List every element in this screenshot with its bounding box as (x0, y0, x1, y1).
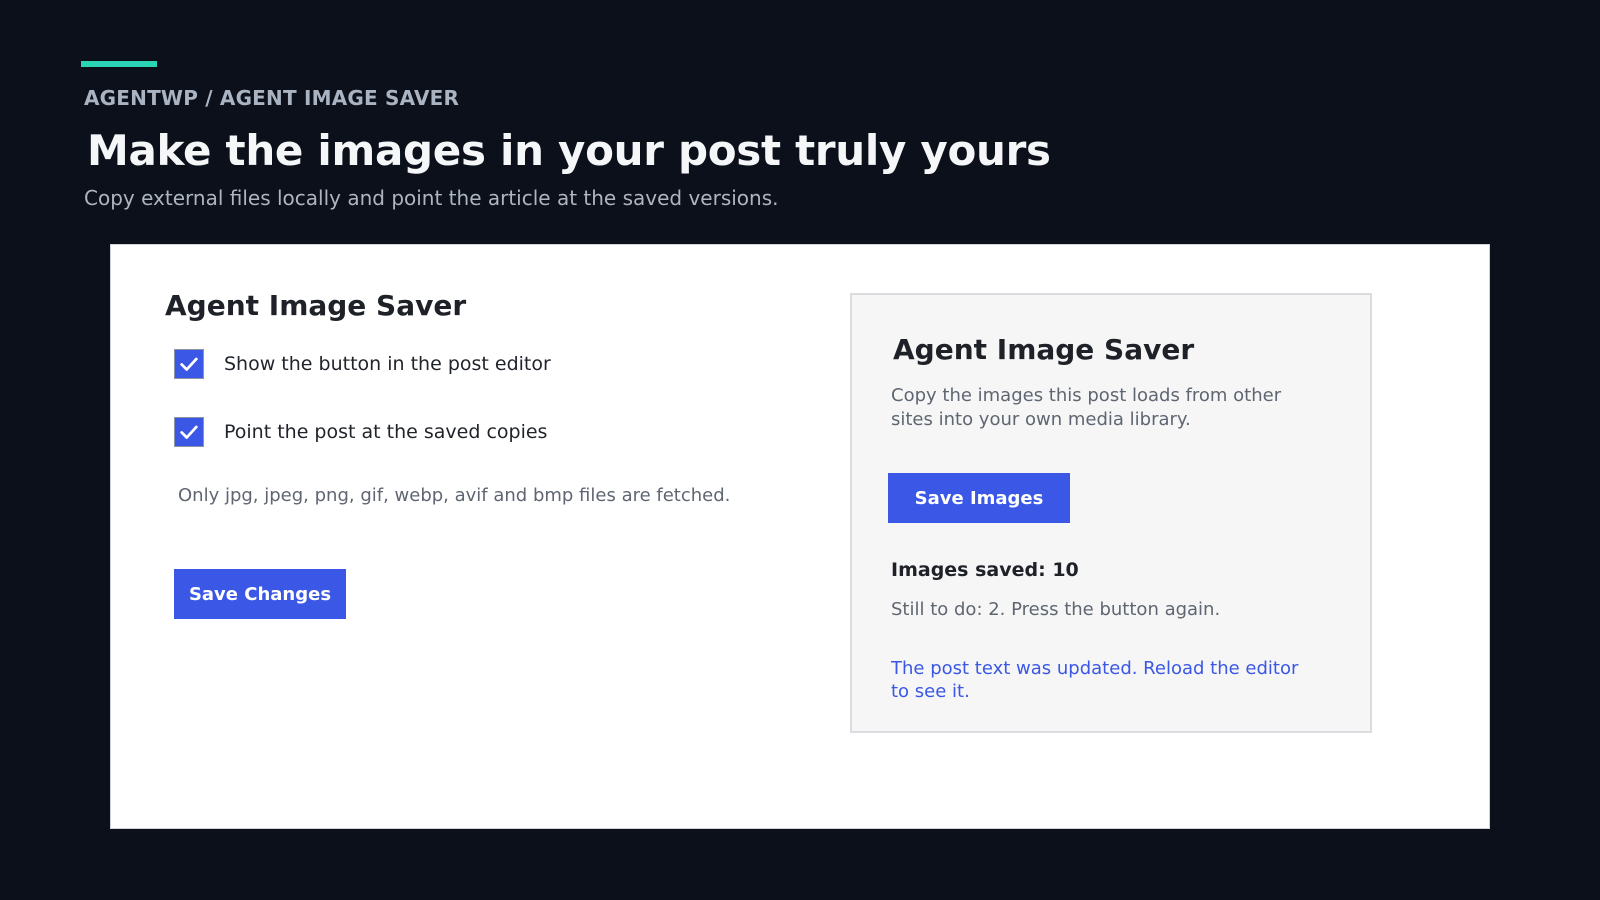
reload-editor-notice[interactable]: The post text was updated. Reload the ed… (891, 657, 1301, 703)
settings-title: Agent Image Saver (165, 289, 467, 322)
page-title: Make the images in your post truly yours (87, 126, 1051, 175)
panel-description: Copy the images this post loads from oth… (891, 385, 1282, 430)
point-post-checkbox[interactable] (174, 417, 204, 447)
page-subtitle: Copy external files locally and point th… (84, 186, 779, 210)
remaining-status: Still to do: 2. Press the button again. (891, 599, 1221, 620)
file-types-help: Only jpg, jpeg, png, gif, webp, avif and… (178, 485, 731, 506)
accent-bar (81, 61, 157, 67)
breadcrumb: AGENTWP / AGENT IMAGE SAVER (84, 86, 460, 110)
save-changes-button[interactable]: Save Changes (174, 569, 346, 619)
image-saver-panel: Agent Image Saver Copy the images this p… (850, 293, 1372, 733)
point-post-label: Point the post at the saved copies (224, 421, 548, 443)
option-show-button[interactable]: Show the button in the post editor (174, 349, 551, 379)
checkmark-icon (180, 357, 198, 371)
show-button-label: Show the button in the post editor (224, 353, 551, 375)
images-saved-count: Images saved: 10 (891, 559, 1079, 581)
option-point-post[interactable]: Point the post at the saved copies (174, 417, 547, 447)
show-button-checkbox[interactable] (174, 349, 204, 379)
panel-title: Agent Image Saver (893, 333, 1195, 366)
checkmark-icon (180, 425, 198, 439)
settings-card: Agent Image Saver Show the button in the… (110, 244, 1490, 829)
save-images-button[interactable]: Save Images (888, 473, 1070, 523)
